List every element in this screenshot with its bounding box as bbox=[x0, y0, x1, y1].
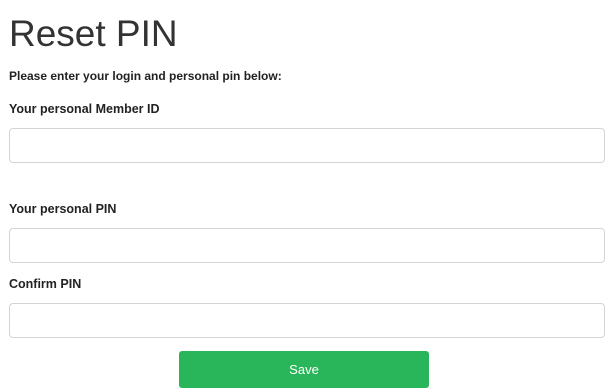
member-id-label: Your personal Member ID bbox=[9, 102, 160, 116]
member-id-input[interactable] bbox=[9, 128, 605, 163]
confirm-pin-input[interactable] bbox=[9, 303, 605, 338]
pin-input[interactable] bbox=[9, 228, 605, 263]
confirm-pin-label: Confirm PIN bbox=[9, 277, 82, 291]
instructions-text: Please enter your login and personal pin… bbox=[9, 69, 282, 83]
save-button[interactable]: Save bbox=[179, 351, 429, 388]
pin-label: Your personal PIN bbox=[9, 202, 117, 216]
reset-pin-page: Reset PIN Please enter your login and pe… bbox=[0, 0, 614, 390]
page-title: Reset PIN bbox=[9, 13, 178, 54]
